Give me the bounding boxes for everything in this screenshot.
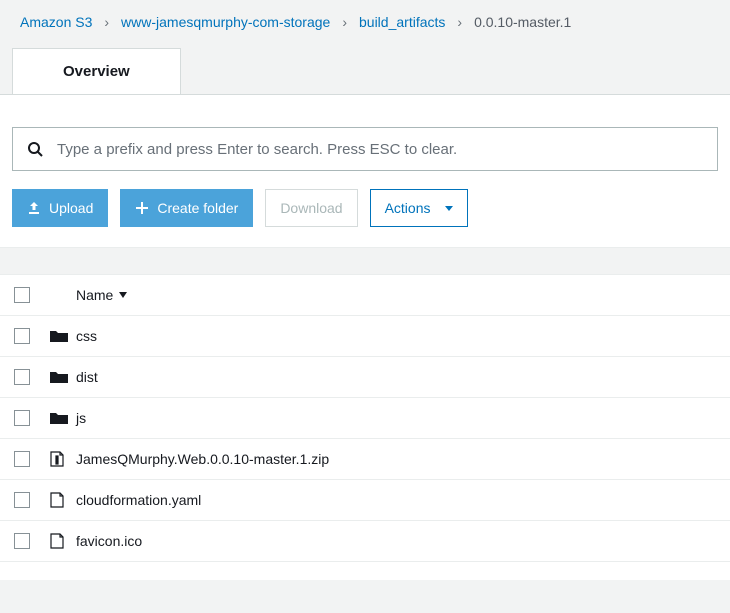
column-header-name[interactable]: Name — [76, 287, 127, 303]
upload-button[interactable]: Upload — [12, 189, 108, 227]
table-row: cloudformation.yaml — [0, 480, 730, 521]
row-checkbox[interactable] — [14, 533, 30, 549]
tabs: Overview — [0, 48, 730, 94]
select-all-checkbox[interactable] — [14, 287, 30, 303]
chevron-right-icon: › — [342, 14, 347, 30]
object-name-link[interactable]: js — [76, 410, 86, 426]
tab-overview[interactable]: Overview — [12, 48, 181, 94]
object-name-link[interactable]: favicon.ico — [76, 533, 142, 549]
zip-file-icon — [50, 451, 76, 467]
footer-strip — [0, 580, 730, 610]
table-row: favicon.ico — [0, 521, 730, 562]
search-input[interactable] — [57, 141, 703, 158]
search-bar — [12, 127, 718, 171]
row-checkbox[interactable] — [14, 369, 30, 385]
create-folder-label: Create folder — [157, 200, 238, 216]
table-row: dist — [0, 357, 730, 398]
upload-icon — [27, 201, 41, 215]
folder-icon — [50, 370, 76, 384]
folder-icon — [50, 411, 76, 425]
plus-icon — [135, 201, 149, 215]
breadcrumb-link-bucket[interactable]: www-jamesqmurphy-com-storage — [121, 14, 330, 30]
chevron-down-icon — [445, 206, 453, 211]
row-checkbox[interactable] — [14, 410, 30, 426]
upload-label: Upload — [49, 200, 93, 216]
object-name-link[interactable]: cloudformation.yaml — [76, 492, 201, 508]
table-row: css — [0, 316, 730, 357]
toolbar-divider — [0, 247, 730, 275]
table-header: Name — [0, 275, 730, 316]
actions-label: Actions — [385, 200, 431, 216]
main-panel: Upload Create folder Download Actions Na… — [0, 94, 730, 610]
object-name-link[interactable]: JamesQMurphy.Web.0.0.10-master.1.zip — [76, 451, 329, 467]
file-icon — [50, 533, 76, 549]
create-folder-button[interactable]: Create folder — [120, 189, 253, 227]
download-button: Download — [265, 189, 357, 227]
column-header-name-label: Name — [76, 287, 113, 303]
folder-icon — [50, 329, 76, 343]
search-icon — [27, 141, 43, 157]
object-name-link[interactable]: dist — [76, 369, 98, 385]
breadcrumb-current: 0.0.10-master.1 — [474, 14, 571, 30]
table-row: js — [0, 398, 730, 439]
actions-dropdown[interactable]: Actions — [370, 189, 468, 227]
row-checkbox[interactable] — [14, 492, 30, 508]
chevron-right-icon: › — [104, 14, 109, 30]
toolbar: Upload Create folder Download Actions — [0, 171, 730, 247]
table-row: JamesQMurphy.Web.0.0.10-master.1.zip — [0, 439, 730, 480]
download-label: Download — [280, 200, 342, 216]
row-checkbox[interactable] — [14, 451, 30, 467]
object-list: Name css dist js JamesQMurphy.Web.0.0.10-ma… — [0, 275, 730, 562]
file-icon — [50, 492, 76, 508]
breadcrumb-link-folder[interactable]: build_artifacts — [359, 14, 445, 30]
object-name-link[interactable]: css — [76, 328, 97, 344]
breadcrumb-link-s3[interactable]: Amazon S3 — [20, 14, 92, 30]
chevron-right-icon: › — [457, 14, 462, 30]
breadcrumb: Amazon S3 › www-jamesqmurphy-com-storage… — [0, 0, 730, 48]
sort-desc-icon — [119, 292, 127, 298]
row-checkbox[interactable] — [14, 328, 30, 344]
